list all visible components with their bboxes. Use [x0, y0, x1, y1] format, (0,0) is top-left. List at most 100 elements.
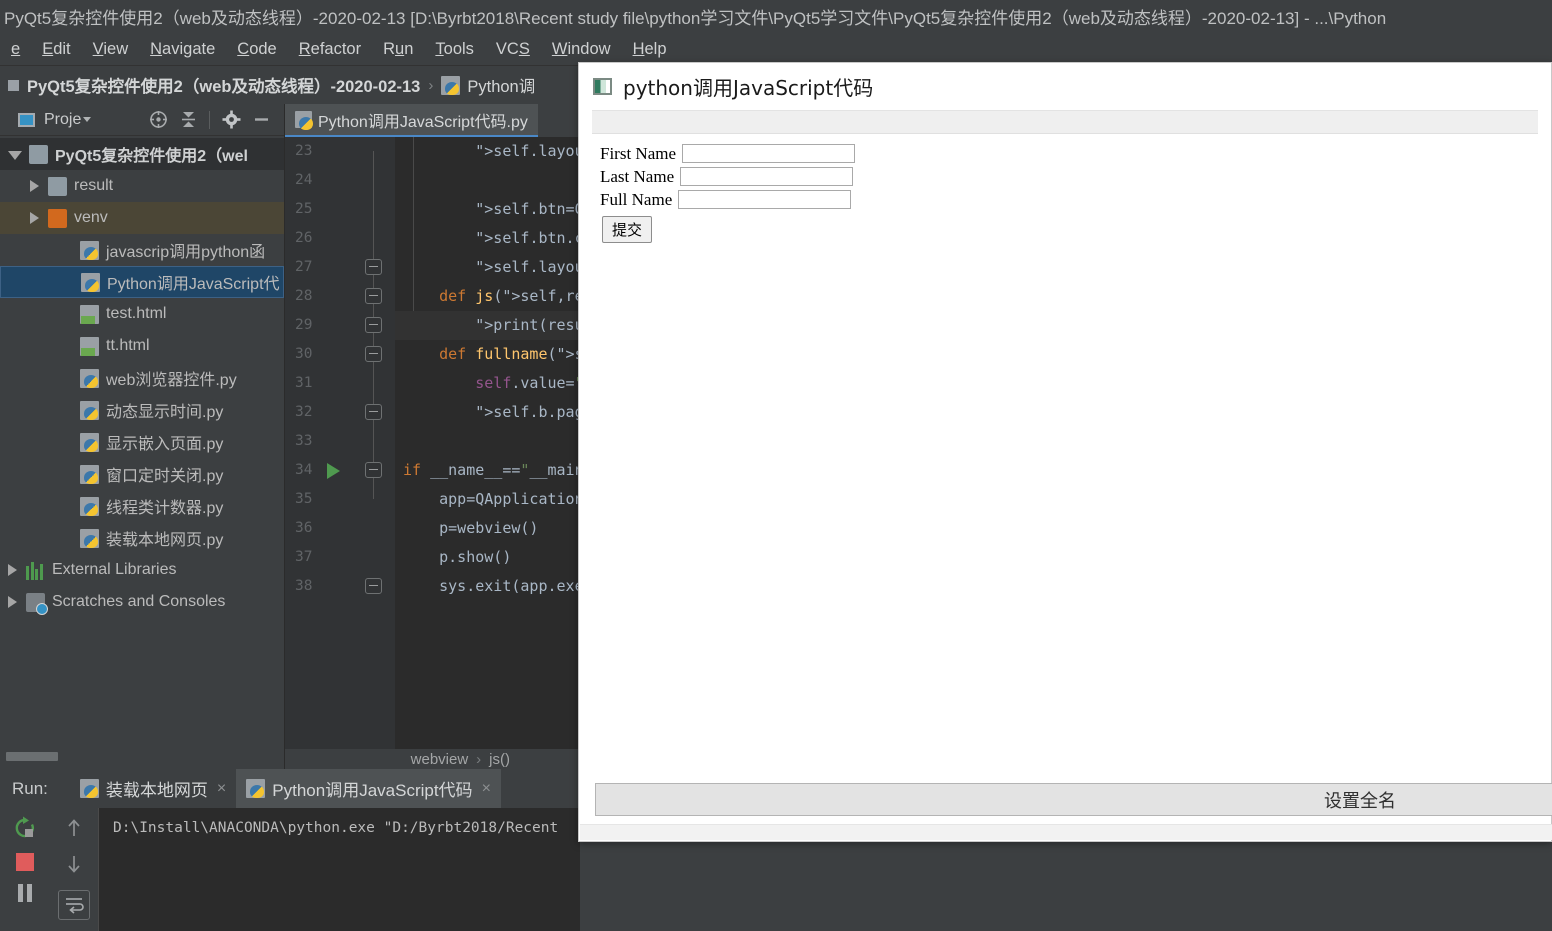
- tree-item[interactable]: result: [0, 170, 284, 202]
- chevron-right-icon[interactable]: [30, 212, 39, 224]
- menu-item-view[interactable]: View: [82, 38, 139, 61]
- input-last-name[interactable]: [680, 167, 854, 186]
- run-gutter-icon[interactable]: [327, 463, 340, 479]
- code-editor[interactable]: 23 24 25 26 27 28 29 30 31 32 33 34 35 36 37 38 ">self.…: [285, 137, 580, 749]
- stop-icon[interactable]: [16, 853, 34, 871]
- scroll-up-icon[interactable]: [66, 818, 82, 838]
- code-content[interactable]: ">self.layout.ad ">self.btn=QPush ">self…: [395, 137, 580, 749]
- menu-item-edit[interactable]: Edit: [31, 38, 81, 61]
- run-tool-window: Run: 装载本地网页 × Python调用JavaScript代码 × D:\…: [0, 769, 580, 931]
- code-line[interactable]: def js(">self,result: [395, 282, 580, 311]
- chevron-right-icon[interactable]: [30, 180, 39, 192]
- line-number[interactable]: 37: [285, 543, 395, 572]
- code-line[interactable]: def fullname(">self): [395, 340, 580, 369]
- submit-button[interactable]: 提交: [602, 216, 653, 243]
- line-number[interactable]: 26: [285, 224, 395, 253]
- tree-item[interactable]: 显示嵌入页面.py: [0, 426, 284, 458]
- chevron-down-icon[interactable]: [8, 150, 22, 160]
- run-tab-0[interactable]: 装载本地网页 ×: [70, 769, 236, 808]
- line-number[interactable]: 24: [285, 166, 395, 195]
- project-window-icon: [18, 112, 35, 127]
- code-line[interactable]: sys.exit(app.exec_: [395, 572, 580, 601]
- rerun-icon[interactable]: [13, 816, 37, 840]
- tree-item[interactable]: PyQt5复杂控件使用2（wel: [0, 138, 284, 170]
- project-panel-title[interactable]: Proje: [44, 111, 92, 129]
- menu-item-code[interactable]: Code: [226, 38, 287, 61]
- line-number[interactable]: 25: [285, 195, 395, 224]
- code-line[interactable]: if __name__=="__main__: [395, 456, 580, 485]
- input-full-name[interactable]: [678, 190, 852, 209]
- navbar-project-name[interactable]: PyQt5复杂控件使用2（web及动态线程）-2020-02-13: [27, 73, 420, 97]
- hide-panel-icon[interactable]: [248, 108, 274, 132]
- fold-collapse-icon[interactable]: [365, 317, 382, 333]
- fold-collapse-icon[interactable]: [365, 259, 382, 275]
- gear-icon[interactable]: [218, 108, 244, 132]
- fold-collapse-icon[interactable]: [365, 578, 382, 594]
- navbar-file-name[interactable]: Python调: [441, 73, 535, 97]
- menu-item-navigate[interactable]: Navigate: [139, 38, 226, 61]
- menu-item-run[interactable]: Run: [372, 38, 424, 61]
- project-horizontal-scrollbar[interactable]: [6, 752, 278, 761]
- scroll-down-icon[interactable]: [66, 854, 82, 874]
- run-tab-1[interactable]: Python调用JavaScript代码 ×: [236, 769, 501, 808]
- pause-icon[interactable]: [16, 884, 34, 902]
- set-fullname-button[interactable]: 设置全名: [595, 783, 1552, 816]
- code-line[interactable]: ">self.layout.ad: [395, 137, 580, 166]
- close-icon[interactable]: ×: [482, 780, 491, 798]
- tree-item[interactable]: External Libraries: [0, 554, 284, 586]
- tree-item[interactable]: test.html: [0, 298, 284, 330]
- line-number[interactable]: 33: [285, 427, 395, 456]
- menu-item-window[interactable]: Window: [541, 38, 622, 61]
- menu-item-tools[interactable]: Tools: [424, 38, 485, 61]
- tree-item[interactable]: 动态显示时间.py: [0, 394, 284, 426]
- tree-item[interactable]: tt.html: [0, 330, 284, 362]
- tree-item[interactable]: Scratches and Consoles: [0, 586, 284, 618]
- code-line[interactable]: p.show(): [395, 543, 580, 572]
- code-line[interactable]: [395, 427, 580, 456]
- menu-item-e[interactable]: e: [0, 38, 31, 61]
- fold-collapse-icon[interactable]: [365, 346, 382, 362]
- tree-item[interactable]: 装载本地网页.py: [0, 522, 284, 554]
- code-line[interactable]: ">self.btn.click: [395, 224, 580, 253]
- line-number[interactable]: 23: [285, 137, 395, 166]
- line-number[interactable]: 31: [285, 369, 395, 398]
- line-number[interactable]: 36: [285, 514, 395, 543]
- tree-item[interactable]: web浏览器控件.py: [0, 362, 284, 394]
- tree-item[interactable]: 线程类计数器.py: [0, 490, 284, 522]
- code-line[interactable]: ">self.layout.ad: [395, 253, 580, 282]
- tree-item[interactable]: venv: [0, 202, 284, 234]
- code-line[interactable]: ">self.btn=QPush: [395, 195, 580, 224]
- menu-item-refactor[interactable]: Refactor: [288, 38, 372, 61]
- run-console-output[interactable]: D:\Install\ANACONDA\python.exe "D:/Byrbt…: [99, 808, 580, 931]
- chevron-right-icon[interactable]: [8, 596, 17, 608]
- breadcrumb-method[interactable]: js(): [489, 751, 510, 768]
- locate-icon[interactable]: [145, 108, 171, 132]
- line-number[interactable]: 35: [285, 485, 395, 514]
- fold-collapse-icon[interactable]: [365, 288, 382, 304]
- editor-tab-active[interactable]: Python调用JavaScript代码.py: [285, 104, 538, 137]
- tree-item[interactable]: Python调用JavaScript代: [0, 266, 284, 298]
- code-line[interactable]: [395, 166, 580, 195]
- code-line[interactable]: app=QApplication(s: [395, 485, 580, 514]
- project-tool-window: Proje PyQt5复杂控件使用2（wel result venv javas…: [0, 104, 285, 769]
- close-icon[interactable]: ×: [217, 780, 226, 798]
- line-number-gutter[interactable]: 23 24 25 26 27 28 29 30 31 32 33 34 35 36 37 38: [285, 137, 395, 749]
- folder-plain-icon: [29, 144, 48, 164]
- code-line[interactable]: p=webview(): [395, 514, 580, 543]
- menu-item-help[interactable]: Help: [622, 38, 678, 61]
- collapse-all-icon[interactable]: [175, 108, 201, 132]
- breadcrumb-class[interactable]: webview: [411, 751, 469, 768]
- code-line[interactable]: self.value="he: [395, 369, 580, 398]
- soft-wrap-icon[interactable]: [58, 890, 90, 920]
- tree-item[interactable]: 窗口定时关闭.py: [0, 458, 284, 490]
- fold-collapse-icon[interactable]: [365, 404, 382, 420]
- tree-item[interactable]: javascrip调用python函: [0, 234, 284, 266]
- fold-collapse-icon[interactable]: [365, 462, 382, 478]
- code-line[interactable]: ">self.b.page().: [395, 398, 580, 427]
- input-first-name[interactable]: [682, 144, 856, 163]
- chevron-right-icon[interactable]: [8, 564, 17, 576]
- menu-item-vcs[interactable]: VCS: [485, 38, 541, 61]
- code-line[interactable]: ">print(result): [395, 311, 580, 340]
